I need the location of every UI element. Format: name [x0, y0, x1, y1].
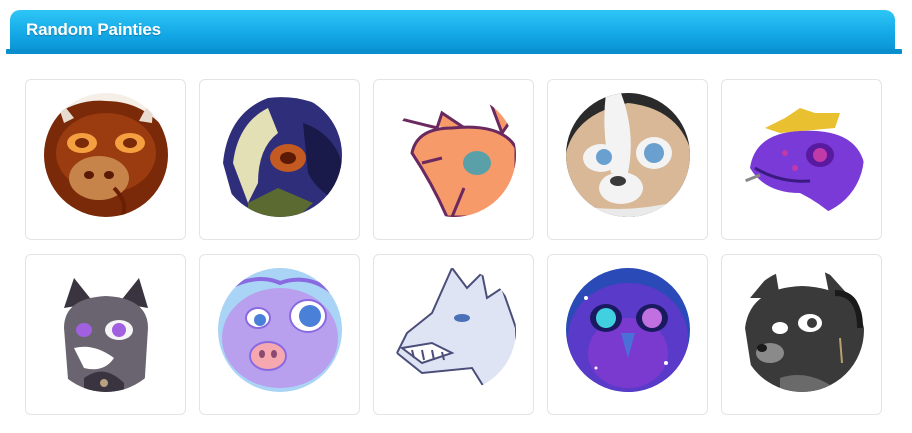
painty-card[interactable]: [25, 79, 186, 240]
panel-header-underline: [6, 49, 902, 54]
painty-card[interactable]: [373, 79, 534, 240]
painty-card[interactable]: [199, 79, 360, 240]
painty-card[interactable]: [721, 79, 882, 240]
painty-card[interactable]: [547, 254, 708, 415]
purple-serpent-crown-icon[interactable]: [740, 93, 864, 217]
lilac-pig-creature-icon[interactable]: [218, 268, 342, 392]
painty-card[interactable]: [373, 254, 534, 415]
navy-reptile-icon[interactable]: [218, 93, 342, 217]
black-dog-headphones-icon[interactable]: [740, 268, 864, 392]
painty-card[interactable]: [547, 79, 708, 240]
painties-grid: [25, 79, 882, 415]
painty-card[interactable]: [25, 254, 186, 415]
orange-dragon-sketch-icon[interactable]: [392, 93, 516, 217]
grey-wolf-icon[interactable]: [44, 268, 168, 392]
brown-horned-creature-icon[interactable]: [44, 93, 168, 217]
painty-card[interactable]: [721, 254, 882, 415]
painty-card[interactable]: [199, 254, 360, 415]
skunk-face-icon[interactable]: [566, 93, 690, 217]
galaxy-owl-icon[interactable]: [566, 268, 690, 392]
white-dragon-sketch-icon[interactable]: [392, 268, 516, 392]
panel-title: Random Painties: [26, 20, 161, 39]
